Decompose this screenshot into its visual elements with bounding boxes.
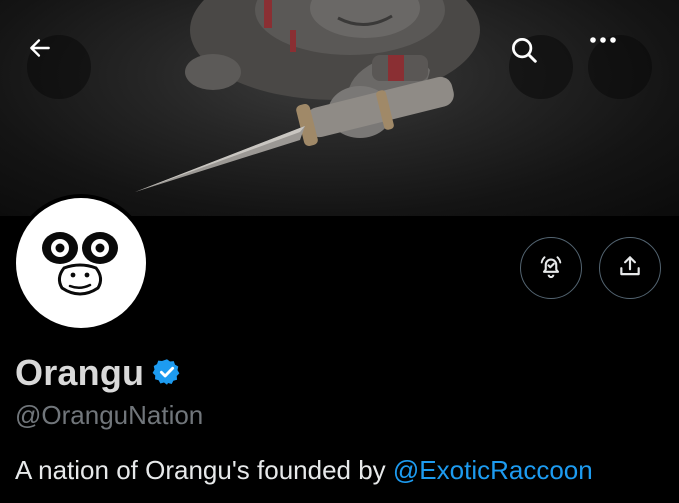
notifications-button[interactable] [520, 237, 582, 299]
profile-bio: A nation of Orangu's founded by @ExoticR… [15, 455, 593, 486]
bell-check-icon [537, 252, 565, 285]
more-options-button[interactable] [588, 35, 652, 99]
banner-artwork [135, 0, 480, 192]
back-button[interactable] [27, 35, 91, 99]
avatar-image [16, 198, 146, 328]
bio-mention-link[interactable]: @ExoticRaccoon [393, 455, 593, 485]
share-button[interactable] [599, 237, 661, 299]
share-upload-icon [617, 253, 643, 284]
profile-banner[interactable] [0, 0, 679, 216]
profile-name-row: Orangu [15, 352, 182, 394]
profile-avatar[interactable] [12, 194, 150, 332]
bio-text: A nation of Orangu's founded by [15, 455, 393, 485]
profile-handle: @OranguNation [15, 400, 204, 430]
orangu-logo-icon [42, 232, 118, 296]
search-button[interactable] [509, 35, 573, 99]
display-name: Orangu [15, 352, 145, 393]
verified-badge-icon[interactable] [152, 357, 182, 392]
